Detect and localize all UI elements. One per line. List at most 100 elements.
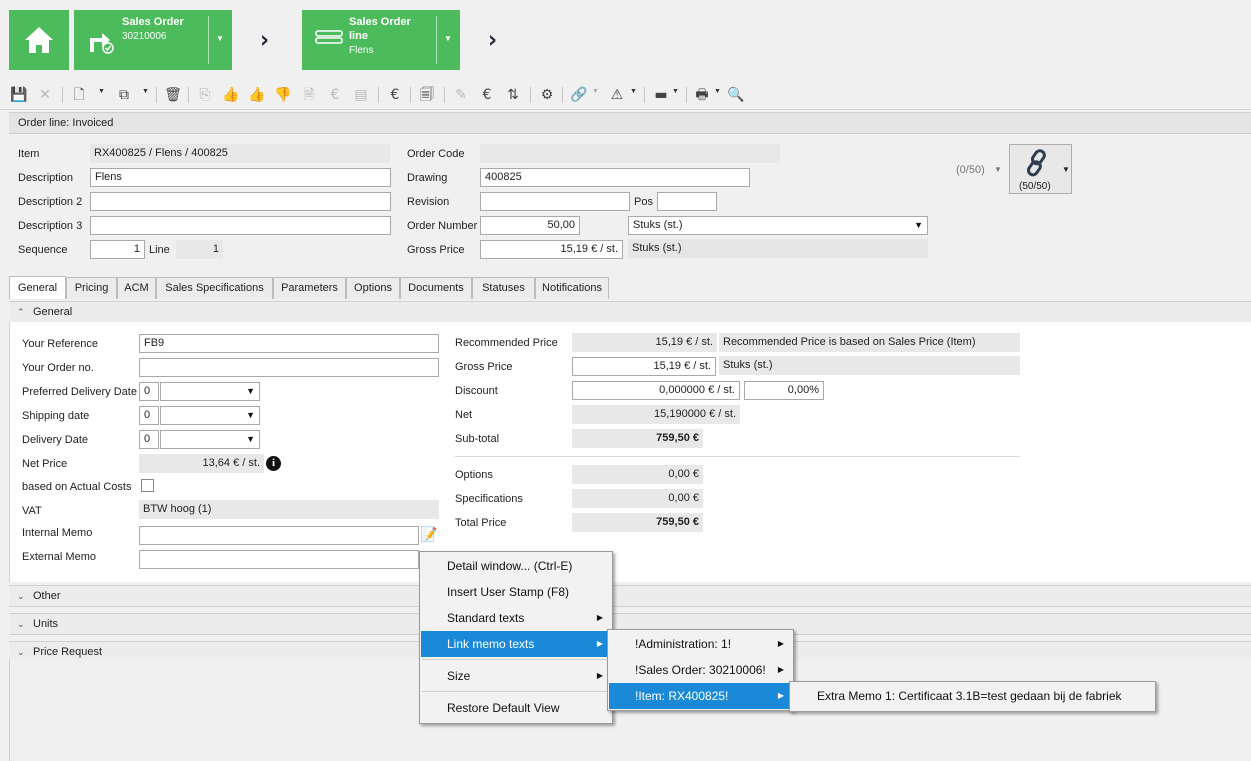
vat-label: VAT: [22, 505, 42, 517]
price-icon[interactable]: €: [326, 86, 344, 104]
new-document-icon[interactable]: 🗋: [70, 86, 88, 104]
chevron-right-icon: ▶: [596, 671, 603, 680]
report-icon[interactable]: 🗐: [418, 86, 436, 104]
breadcrumb-sales-order[interactable]: Sales Order 30210006 ▼: [74, 10, 232, 70]
info-price-icon[interactable]: €: [386, 86, 404, 104]
warning-icon[interactable]: ⚠: [608, 86, 626, 104]
configure-icon[interactable]: ⚙: [538, 86, 556, 104]
gross-price-field[interactable]: 15,19 € / st.: [480, 240, 623, 259]
section-general-header[interactable]: ⌃ General: [9, 301, 1251, 323]
menu-item-detail-window[interactable]: Detail window... (Ctrl-E): [421, 553, 611, 579]
options-value: 0,00 €: [572, 465, 703, 484]
specifications-value: 0,00 €: [572, 489, 703, 508]
preferred-delivery-num[interactable]: 0: [139, 382, 159, 401]
toolbar-separator: [530, 87, 531, 103]
chevron-down-icon[interactable]: ▼: [441, 32, 455, 46]
transfer-icon[interactable]: ⇅: [504, 86, 522, 104]
order-number-field[interactable]: 50,00: [480, 216, 580, 235]
chevron-down-icon[interactable]: ▼: [630, 88, 637, 95]
external-memo-field[interactable]: [139, 550, 419, 569]
revision-field[interactable]: [480, 192, 630, 211]
link-icon[interactable]: 🔗: [570, 86, 588, 104]
breadcrumb-sales-order-line[interactable]: Sales Order line Flens ▼: [302, 10, 460, 70]
reject-icon[interactable]: 👎: [274, 86, 292, 104]
copy-icon[interactable]: ⧉: [115, 86, 133, 104]
shipping-date-num[interactable]: 0: [139, 406, 159, 425]
menu-item-restore-default-view[interactable]: Restore Default View: [421, 695, 611, 721]
chevron-down-icon: ▼: [246, 386, 255, 396]
sequence-field[interactable]: 1: [90, 240, 145, 259]
print-icon[interactable]: 🖶: [693, 86, 711, 104]
tab-general[interactable]: General: [9, 276, 66, 299]
tab-sales-specifications[interactable]: Sales Specifications: [156, 277, 273, 299]
chevron-down-icon[interactable]: ▼: [142, 88, 149, 95]
shipping-date-select[interactable]: ▼: [160, 406, 260, 425]
unit-select[interactable]: Stuks (st.) ▼: [628, 216, 928, 235]
deliver-icon[interactable]: ✎: [452, 86, 470, 104]
description-field[interactable]: Flens: [90, 168, 391, 187]
approve-icon[interactable]: 👍: [222, 86, 240, 104]
keyboard-icon[interactable]: ▬: [652, 86, 670, 104]
discount-percent-field[interactable]: 0,00%: [744, 381, 824, 400]
submenu-item-extra-memo[interactable]: Extra Memo 1: Certificaat 3.1B=test geda…: [791, 683, 1154, 709]
breadcrumb-title: Sales Order: [122, 16, 184, 28]
tab-options[interactable]: Options: [346, 277, 400, 299]
chevron-down-icon[interactable]: ▼: [994, 165, 1002, 174]
description3-field[interactable]: [90, 216, 391, 235]
chevron-down-icon[interactable]: ▼: [714, 88, 721, 95]
delivery-date-num[interactable]: 0: [139, 430, 159, 449]
tab-notifications[interactable]: Notifications: [535, 277, 609, 299]
menu-item-size[interactable]: Size ▶: [421, 663, 611, 689]
recommended-price-note: Recommended Price is based on Sales Pric…: [719, 333, 1020, 352]
price-list-icon[interactable]: ▤: [352, 86, 370, 104]
info-icon[interactable]: i: [266, 456, 281, 471]
menu-item-insert-user-stamp[interactable]: Insert User Stamp (F8): [421, 579, 611, 605]
delivery-date-select[interactable]: ▼: [160, 430, 260, 449]
your-reference-field[interactable]: FB9: [139, 334, 439, 353]
menu-item-link-memo-texts[interactable]: Link memo texts ▶: [421, 631, 611, 657]
gross-price-field[interactable]: 15,19 € / st.: [572, 357, 716, 376]
submenu-item-item[interactable]: !Item: RX400825! ▶: [609, 683, 792, 709]
invoice-icon[interactable]: 🗎: [300, 86, 318, 104]
link-button[interactable]: (50/50) ▼: [1009, 144, 1072, 194]
your-order-field[interactable]: [139, 358, 439, 377]
tab-pricing[interactable]: Pricing: [66, 277, 117, 299]
actual-costs-checkbox[interactable]: [141, 479, 154, 492]
submenu-item-administration[interactable]: !Administration: 1! ▶: [609, 631, 792, 657]
discard-icon[interactable]: ✕: [36, 86, 54, 104]
toolbar-separator: [562, 87, 563, 103]
tab-statuses[interactable]: Statuses: [472, 277, 535, 299]
discount-field[interactable]: 0,000000 € / st.: [572, 381, 740, 400]
home-button[interactable]: [9, 10, 69, 70]
currency-icon[interactable]: €: [478, 86, 496, 104]
menu-item-standard-texts[interactable]: Standard texts ▶: [421, 605, 611, 631]
divider: [208, 16, 209, 64]
submenu-item-sales-order[interactable]: !Sales Order: 30210006! ▶: [609, 657, 792, 683]
drawing-label: Drawing: [407, 172, 448, 184]
chevron-down-icon[interactable]: ▼: [672, 88, 679, 95]
link-counter: (0/50): [956, 164, 985, 176]
pos-field[interactable]: [657, 192, 717, 211]
internal-memo-field[interactable]: [139, 526, 419, 545]
approve-all-icon[interactable]: 👍: [248, 86, 266, 104]
tab-acm[interactable]: ACM: [117, 277, 156, 299]
context-menu: Detail window... (Ctrl-E) Insert User St…: [419, 551, 613, 724]
chevron-down-icon[interactable]: ▼: [98, 88, 105, 95]
divider: [455, 456, 1020, 457]
save-icon[interactable]: 💾: [10, 86, 28, 104]
process-icon[interactable]: ⎘: [196, 86, 214, 104]
section-other-header[interactable]: ⌄ Other: [9, 585, 1251, 607]
chevron-down-icon[interactable]: ▼: [213, 32, 227, 46]
toolbar-separator: [62, 87, 63, 103]
chevron-down-icon[interactable]: ▼: [592, 88, 599, 95]
preview-icon[interactable]: 🔍: [727, 86, 745, 104]
preferred-delivery-date[interactable]: ▼: [160, 382, 260, 401]
tab-parameters[interactable]: Parameters: [273, 277, 346, 299]
description2-field[interactable]: [90, 192, 391, 211]
delete-icon[interactable]: 🗑: [164, 86, 182, 104]
chevron-down-icon[interactable]: ▼: [1062, 165, 1070, 174]
tab-documents[interactable]: Documents: [400, 277, 472, 299]
memo-edit-icon[interactable]: 📝: [420, 527, 437, 543]
chevron-up-icon: ⌃: [17, 307, 25, 317]
drawing-field[interactable]: 400825: [480, 168, 750, 187]
